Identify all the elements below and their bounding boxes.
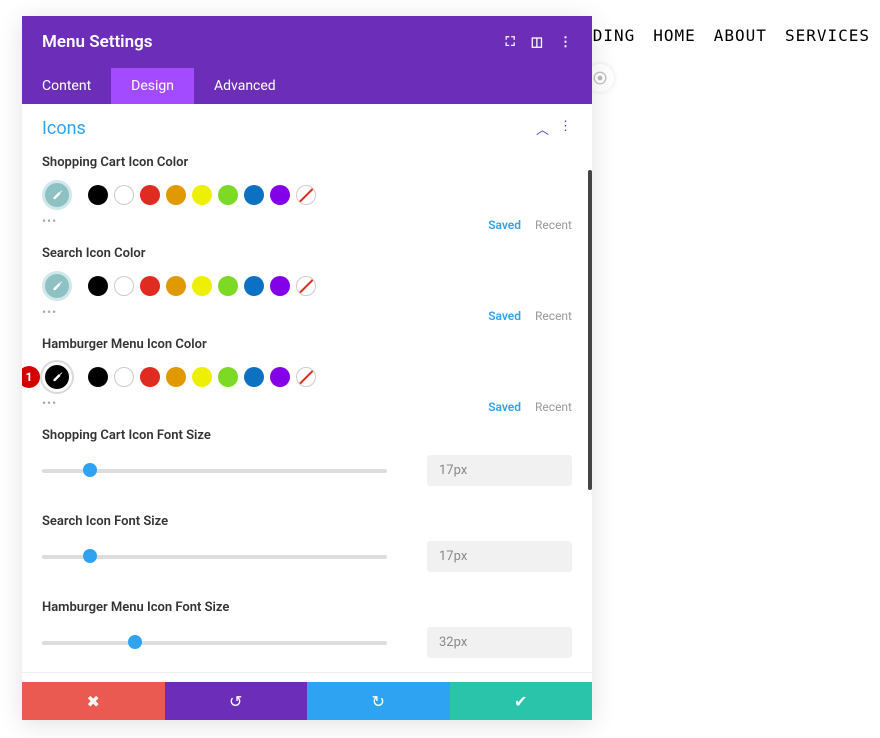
- menu-dots-icon[interactable]: ⋮: [559, 35, 572, 50]
- swatch-purple[interactable]: [270, 276, 290, 296]
- swatch-none[interactable]: [296, 276, 316, 296]
- swatch-green[interactable]: [218, 276, 238, 296]
- annotation-badge-1: 1: [22, 366, 40, 388]
- chevron-up-icon[interactable]: ︿: [536, 119, 549, 138]
- saved-tab[interactable]: Saved: [488, 400, 521, 414]
- swatch-yellow[interactable]: [192, 185, 212, 205]
- swatch-black[interactable]: [88, 185, 108, 205]
- swatch-white[interactable]: [114, 367, 134, 387]
- recent-tab[interactable]: Recent: [535, 309, 572, 323]
- section-menu-icon[interactable]: ⋮: [559, 119, 572, 138]
- close-button[interactable]: ✖: [22, 682, 165, 720]
- swatch-yellow[interactable]: [192, 276, 212, 296]
- label-cart-color: Shopping Cart Icon Color: [22, 141, 592, 174]
- swatch-none[interactable]: [296, 367, 316, 387]
- swatch-none[interactable]: [296, 185, 316, 205]
- color-row-hamburger: 1: [22, 356, 592, 392]
- swatch-orange[interactable]: [166, 185, 186, 205]
- close-icon: ✖: [87, 692, 100, 711]
- label-search-size: Search Icon Font Size: [22, 500, 592, 533]
- tab-advanced[interactable]: Advanced: [194, 68, 296, 104]
- swatch-green[interactable]: [218, 367, 238, 387]
- settings-panel: Menu Settings ⛶ ◫ ⋮ Content Design Advan…: [22, 16, 592, 720]
- panel-title: Menu Settings: [42, 32, 153, 52]
- value-hamburger-size[interactable]: 32px: [427, 627, 572, 658]
- redo-button[interactable]: ↻: [307, 682, 450, 720]
- label-hamburger-size: Hamburger Menu Icon Font Size: [22, 586, 592, 619]
- swatch-red[interactable]: [140, 185, 160, 205]
- nav-about[interactable]: ABOUT: [714, 26, 767, 45]
- swatch-blue[interactable]: [244, 367, 264, 387]
- eyedropper-hamburger[interactable]: [42, 362, 72, 392]
- check-icon: ✔: [514, 692, 527, 711]
- slider-cart-size[interactable]: [42, 469, 387, 473]
- page-nav: LANDING HOME ABOUT SERVICES: [561, 26, 870, 45]
- nav-services[interactable]: SERVICES: [785, 26, 870, 45]
- swatch-white[interactable]: [114, 185, 134, 205]
- section-logo[interactable]: Logo ﹀: [22, 672, 592, 682]
- panel-header: Menu Settings ⛶ ◫ ⋮: [22, 16, 592, 68]
- saved-tab[interactable]: Saved: [488, 309, 521, 323]
- swatch-red[interactable]: [140, 276, 160, 296]
- tabs: Content Design Advanced: [22, 68, 592, 104]
- tab-content[interactable]: Content: [22, 68, 111, 104]
- swatch-black[interactable]: [88, 276, 108, 296]
- value-search-size[interactable]: 17px: [427, 541, 572, 572]
- panel-body: Icons ︿ ⋮ Shopping Cart Icon Color ••• S…: [22, 104, 592, 682]
- snap-icon[interactable]: ◫: [531, 35, 543, 50]
- scrollbar[interactable]: [588, 170, 592, 490]
- swatch-green[interactable]: [218, 185, 238, 205]
- tab-design[interactable]: Design: [111, 68, 194, 104]
- expand-icon[interactable]: ⛶: [506, 35, 515, 50]
- label-cart-size: Shopping Cart Icon Font Size: [22, 414, 592, 447]
- swatch-purple[interactable]: [270, 367, 290, 387]
- swatch-orange[interactable]: [166, 276, 186, 296]
- label-hamburger-color: Hamburger Menu Icon Color: [22, 323, 592, 356]
- undo-icon: ↺: [229, 692, 242, 711]
- label-search-color: Search Icon Color: [22, 232, 592, 265]
- section-icons-header[interactable]: Icons ︿ ⋮: [22, 104, 592, 141]
- swatch-blue[interactable]: [244, 276, 264, 296]
- undo-button[interactable]: ↺: [165, 682, 308, 720]
- swatch-blue[interactable]: [244, 185, 264, 205]
- slider-search-size[interactable]: [42, 555, 387, 559]
- nav-home[interactable]: HOME: [653, 26, 696, 45]
- slider-hamburger-size[interactable]: [42, 641, 387, 645]
- eyedropper-search[interactable]: [42, 271, 72, 301]
- value-cart-size[interactable]: 17px: [427, 455, 572, 486]
- recent-tab[interactable]: Recent: [535, 218, 572, 232]
- swatch-red[interactable]: [140, 367, 160, 387]
- color-row-cart: [22, 174, 592, 210]
- confirm-button[interactable]: ✔: [450, 682, 593, 720]
- section-icons-title: Icons: [42, 118, 86, 139]
- panel-footer: ✖ ↺ ↻ ✔: [22, 682, 592, 720]
- swatch-yellow[interactable]: [192, 367, 212, 387]
- saved-tab[interactable]: Saved: [488, 218, 521, 232]
- swatch-orange[interactable]: [166, 367, 186, 387]
- recent-tab[interactable]: Recent: [535, 400, 572, 414]
- eyedropper-cart[interactable]: [42, 180, 72, 210]
- redo-icon: ↻: [372, 692, 385, 711]
- swatch-white[interactable]: [114, 276, 134, 296]
- color-row-search: [22, 265, 592, 301]
- swatch-purple[interactable]: [270, 185, 290, 205]
- swatch-black[interactable]: [88, 367, 108, 387]
